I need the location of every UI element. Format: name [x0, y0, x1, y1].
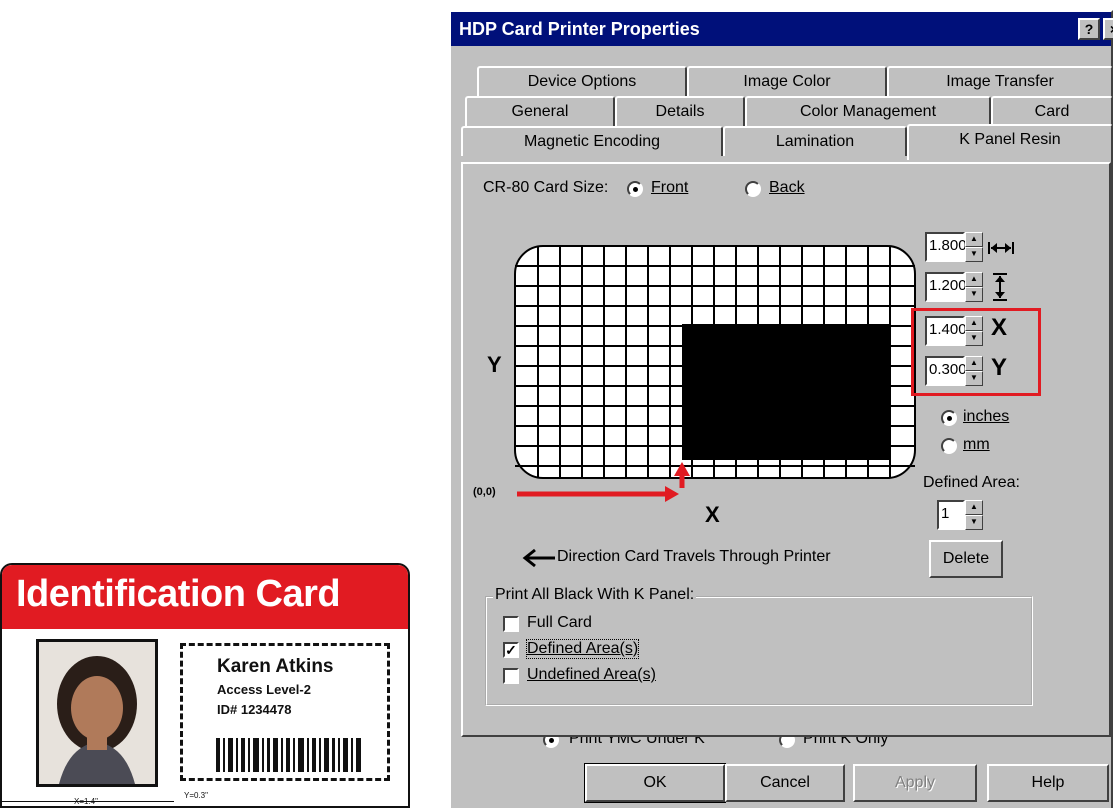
area-up-button[interactable]: ▲: [965, 500, 983, 515]
tab-lamination[interactable]: Lamination: [723, 126, 907, 156]
width-arrow-icon: [988, 242, 1014, 254]
cancel-button[interactable]: Cancel: [725, 764, 845, 802]
front-radio[interactable]: [627, 181, 643, 197]
defined-area-label: Defined Area:: [923, 474, 1020, 491]
undefined-areas-label: Undefined Area(s): [527, 666, 656, 683]
back-label: Back: [769, 179, 805, 196]
tab-magnetic-encoding[interactable]: Magnetic Encoding: [461, 126, 723, 156]
tab-device-options[interactable]: Device Options: [477, 66, 687, 96]
apply-button[interactable]: Apply: [853, 764, 977, 802]
id-card-info-box: Karen Atkins Access Level-2 ID# 1234478: [180, 643, 390, 781]
y-axis-label: Y: [487, 352, 502, 377]
area-down-button[interactable]: ▼: [965, 515, 983, 530]
y-dimension-label: Y=0.3": [184, 791, 208, 800]
height-spinbox[interactable]: 1.200 ▲ ▼: [925, 272, 983, 302]
undefined-areas-checkbox[interactable]: [503, 668, 519, 684]
ok-button[interactable]: OK: [584, 763, 726, 803]
width-input[interactable]: 1.800: [925, 232, 967, 262]
card-size-label: CR-80 Card Size:: [483, 179, 609, 196]
access-level: Access Level-2: [217, 682, 311, 697]
origin-label: (0,0): [473, 486, 496, 498]
x-offset-label: X: [991, 314, 1008, 341]
width-down-button[interactable]: ▼: [965, 247, 983, 262]
y-offset-input[interactable]: 0.300: [925, 356, 967, 386]
tab-image-transfer[interactable]: Image Transfer: [887, 66, 1113, 96]
mm-label: mm: [963, 436, 990, 453]
id-card-header-band: Identification Card: [2, 565, 408, 629]
card-layout-diagram[interactable]: [483, 236, 943, 516]
left-arrow-icon: [522, 548, 555, 568]
width-spinbox[interactable]: 1.800 ▲ ▼: [925, 232, 983, 262]
dialog-title: HDP Card Printer Properties: [459, 19, 700, 39]
x-axis-label: X: [705, 502, 720, 527]
front-label: Front: [651, 179, 689, 196]
tab-k-panel-resin[interactable]: K Panel Resin: [907, 124, 1113, 160]
y-up-button[interactable]: ▲: [965, 356, 983, 371]
y-down-button[interactable]: ▼: [965, 371, 983, 386]
x-offset-spinbox[interactable]: 1.400 ▲ ▼: [925, 316, 983, 346]
inches-label: inches: [963, 408, 1010, 425]
height-up-button[interactable]: ▲: [965, 272, 983, 287]
direction-text: Direction Card Travels Through Printer: [557, 548, 831, 565]
height-input[interactable]: 1.200: [925, 272, 967, 302]
y-offset-label: Y: [991, 354, 1008, 381]
delete-button[interactable]: Delete: [929, 540, 1003, 578]
barcode-icon: [216, 738, 361, 772]
id-card-photo: [36, 639, 158, 787]
defined-area-input[interactable]: 1: [937, 500, 965, 530]
k-panel-group-label: Print All Black With K Panel:: [493, 586, 697, 604]
defined-areas-label: Defined Area(s): [525, 639, 640, 659]
printer-properties-dialog: HDP Card Printer Properties ? × Device O…: [449, 10, 1113, 808]
x-down-button[interactable]: ▼: [965, 331, 983, 346]
tab-image-color[interactable]: Image Color: [687, 66, 887, 96]
back-radio[interactable]: [745, 181, 761, 197]
help-titlebar-button[interactable]: ?: [1078, 18, 1100, 40]
full-card-checkbox[interactable]: [503, 616, 519, 632]
id-card-preview: Identification Card Karen Atkins Access …: [0, 563, 410, 808]
tab-details[interactable]: Details: [615, 96, 745, 126]
close-titlebar-button[interactable]: ×: [1103, 18, 1113, 40]
tab-color-management[interactable]: Color Management: [745, 96, 991, 126]
x-dimension-label: X=1.4": [74, 797, 98, 806]
mm-radio[interactable]: [941, 438, 957, 454]
k-panel-resin-page: CR-80 Card Size: Front Back Y X (0,0) 1.…: [461, 162, 1111, 737]
full-card-label: Full Card: [527, 614, 592, 631]
defined-area-spinbox[interactable]: 1 ▲ ▼: [937, 500, 995, 530]
height-down-button[interactable]: ▼: [965, 287, 983, 302]
cardholder-name: Karen Atkins: [217, 656, 334, 677]
width-up-button[interactable]: ▲: [965, 232, 983, 247]
title-bar[interactable]: HDP Card Printer Properties ? ×: [451, 12, 1113, 46]
inches-radio[interactable]: [941, 410, 957, 426]
tab-card[interactable]: Card: [991, 96, 1113, 126]
id-card-title: Identification Card: [16, 573, 341, 615]
defined-areas-checkbox[interactable]: ✓: [503, 642, 519, 658]
y-offset-spinbox[interactable]: 0.300 ▲ ▼: [925, 356, 983, 386]
x-up-button[interactable]: ▲: [965, 316, 983, 331]
height-arrow-icon: [993, 273, 1007, 301]
help-button[interactable]: Help: [987, 764, 1109, 802]
tab-general[interactable]: General: [465, 96, 615, 126]
id-number: ID# 1234478: [217, 702, 292, 717]
x-offset-input[interactable]: 1.400: [925, 316, 967, 346]
